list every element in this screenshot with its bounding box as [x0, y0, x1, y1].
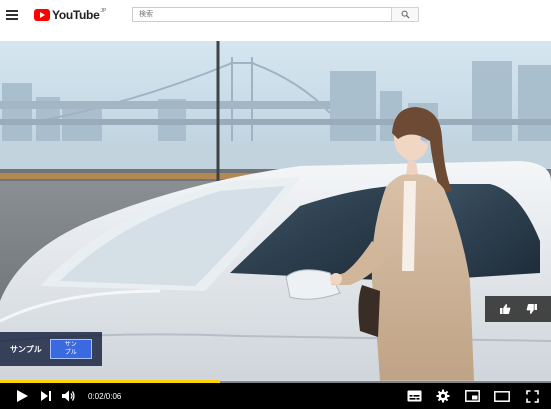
- play-button[interactable]: [8, 383, 36, 409]
- settings-button[interactable]: [429, 383, 457, 409]
- search-icon: [401, 10, 410, 19]
- youtube-play-logo-icon: [34, 9, 50, 21]
- youtube-logo[interactable]: YouTube JP: [34, 7, 106, 23]
- volume-button[interactable]: [56, 383, 80, 409]
- search-input[interactable]: [132, 7, 391, 22]
- volume-icon: [62, 390, 75, 402]
- search-bar: [132, 7, 419, 22]
- next-button[interactable]: [36, 383, 56, 409]
- theater-icon: [494, 390, 510, 402]
- theater-button[interactable]: [487, 383, 517, 409]
- rating-overlay: [485, 296, 551, 322]
- logo-region: JP: [100, 8, 107, 14]
- page: YouTube JP 検索 サンプル サン プル 0:02/0:06: [0, 0, 551, 409]
- player-controls: 0:02/0:06: [0, 383, 551, 409]
- ad-cta-button[interactable]: サン プル: [49, 339, 92, 359]
- play-icon: [17, 390, 28, 402]
- video-player[interactable]: サンプル サン プル 0:02/0:06: [0, 41, 551, 409]
- thumbs-up-icon[interactable]: [496, 300, 514, 318]
- masthead: YouTube JP: [0, 0, 551, 30]
- menu-icon[interactable]: [4, 7, 20, 23]
- miniplayer-button[interactable]: [457, 383, 487, 409]
- time-display: 0:02/0:06: [88, 391, 122, 401]
- fullscreen-button[interactable]: [517, 383, 547, 409]
- ad-overlay: サンプル サン プル: [0, 332, 102, 366]
- ad-label: サンプル: [10, 344, 42, 354]
- subtitles-icon: [407, 390, 421, 402]
- fullscreen-icon: [525, 389, 539, 403]
- subtitles-button[interactable]: [399, 383, 429, 409]
- thumbs-down-icon[interactable]: [523, 300, 541, 318]
- gear-icon: [436, 389, 450, 403]
- miniplayer-icon: [464, 390, 480, 402]
- skip-next-icon: [41, 391, 51, 401]
- search-button[interactable]: [391, 7, 419, 22]
- logo-text: YouTube: [52, 8, 100, 22]
